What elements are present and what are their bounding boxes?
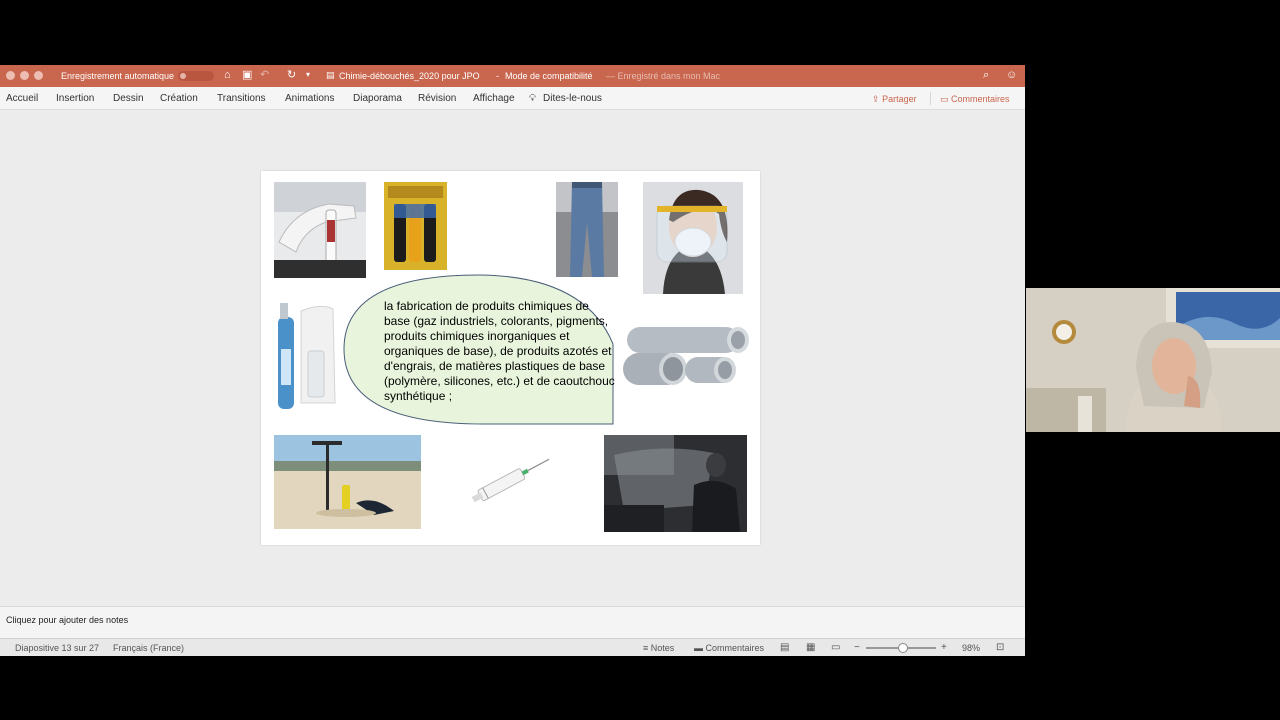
tab-affichage[interactable]: Affichage [473,93,515,105]
comment-bubble-icon: ▬ [694,643,703,653]
share-icon: ⇪ [872,94,880,104]
tab-dessin[interactable]: Dessin [113,93,144,105]
bubble-text[interactable]: la fabrication de produits chimiques de … [384,299,616,404]
face-mask-photo [643,182,743,294]
language-indicator[interactable]: Français (France) [113,643,184,653]
zoom-out-icon[interactable]: − [854,643,860,653]
customize-toolbar-icon[interactable]: ▾ [306,69,310,81]
autosave-toggle[interactable] [178,71,214,81]
notes-pane[interactable]: Cliquez pour ajouter des notes [0,606,1025,639]
comments-toggle-label: Commentaires [705,643,765,653]
pvc-pipes-photo [623,323,751,395]
undo-icon[interactable]: ↶ [260,69,269,81]
webcam-video [1026,288,1280,432]
close-window-button[interactable] [6,71,15,80]
save-status: — Enregistré dans mon Mac [606,71,721,81]
powerpoint-window: Enregistrement automatique ⌂ ▣ ↶ ↻ ▾ ▤ C… [0,65,1025,656]
beach-pump-photo [274,435,421,529]
tab-transitions[interactable]: Transitions [217,93,266,105]
syringe-photo [468,451,556,507]
lightbulb-icon: 💡︎ [529,93,536,104]
zoom-level[interactable]: 98% [962,643,980,653]
save-icon[interactable]: ▣ [242,69,252,81]
compatibility-mode: Mode de compatibilité [505,71,593,81]
slide-canvas[interactable]: la fabrication de produits chimiques de … [261,171,760,545]
feedback-smiley-icon[interactable]: ☺ [1006,69,1017,81]
title-bar: Enregistrement automatique ⌂ ▣ ↶ ↻ ▾ ▤ C… [0,65,1025,87]
document-title: Chimie-débouchés_2020 pour JPO [339,71,480,81]
tell-me-box[interactable]: Dites-le-nous [543,93,602,105]
jeans-photo [556,182,618,277]
status-bar: Diapositive 13 sur 27 Français (France) … [0,638,1025,656]
redo-icon[interactable]: ↻ [287,69,296,81]
search-icon[interactable]: ⌕ [983,69,989,81]
car-interior-photo [604,435,747,532]
notes-toggle-button[interactable]: ≡ Notes [643,643,674,653]
share-label: Partager [882,94,917,104]
comment-icon: ▭ [940,94,949,104]
minimize-window-button[interactable] [20,71,29,80]
soda-machine-photo [275,299,339,411]
home-icon[interactable]: ⌂ [224,69,231,81]
notes-icon: ≡ [643,643,649,653]
autosave-label: Enregistrement automatique [61,71,175,81]
comments-button[interactable]: ▭ Commentaires [940,93,1010,105]
share-button[interactable]: ⇪ Partager [872,93,917,105]
colorant-tubes-photo [384,182,447,270]
tab-animations[interactable]: Animations [285,93,334,105]
normal-view-icon[interactable]: ▤ [780,643,789,653]
tab-diaporama[interactable]: Diaporama [353,93,402,105]
ribbon-tabs: Accueil Insertion Dessin Création Transi… [0,87,1025,110]
comments-toggle-button[interactable]: ▬ Commentaires [694,643,764,653]
notes-toggle-label: Notes [650,643,675,653]
tab-accueil[interactable]: Accueil [6,93,38,105]
tab-revision[interactable]: Révision [418,93,456,105]
zoom-in-icon[interactable]: + [941,643,947,653]
maximize-window-button[interactable] [34,71,43,80]
tab-creation[interactable]: Création [160,93,198,105]
reading-view-icon[interactable]: ▭ [831,643,840,653]
zoom-slider-handle[interactable] [898,643,908,653]
water-machine-photo [274,182,366,278]
slide-counter: Diapositive 13 sur 27 [15,643,100,653]
document-icon: ▤ [326,70,335,80]
comments-label: Commentaires [951,94,1010,104]
notes-placeholder[interactable]: Cliquez pour ajouter des notes [6,615,128,625]
fit-to-window-icon[interactable]: ⊡ [996,643,1004,653]
tab-insertion[interactable]: Insertion [56,93,94,105]
ribbon-divider [930,92,931,105]
slide-sorter-icon[interactable]: ▦ [806,643,815,653]
window-controls [6,71,43,80]
